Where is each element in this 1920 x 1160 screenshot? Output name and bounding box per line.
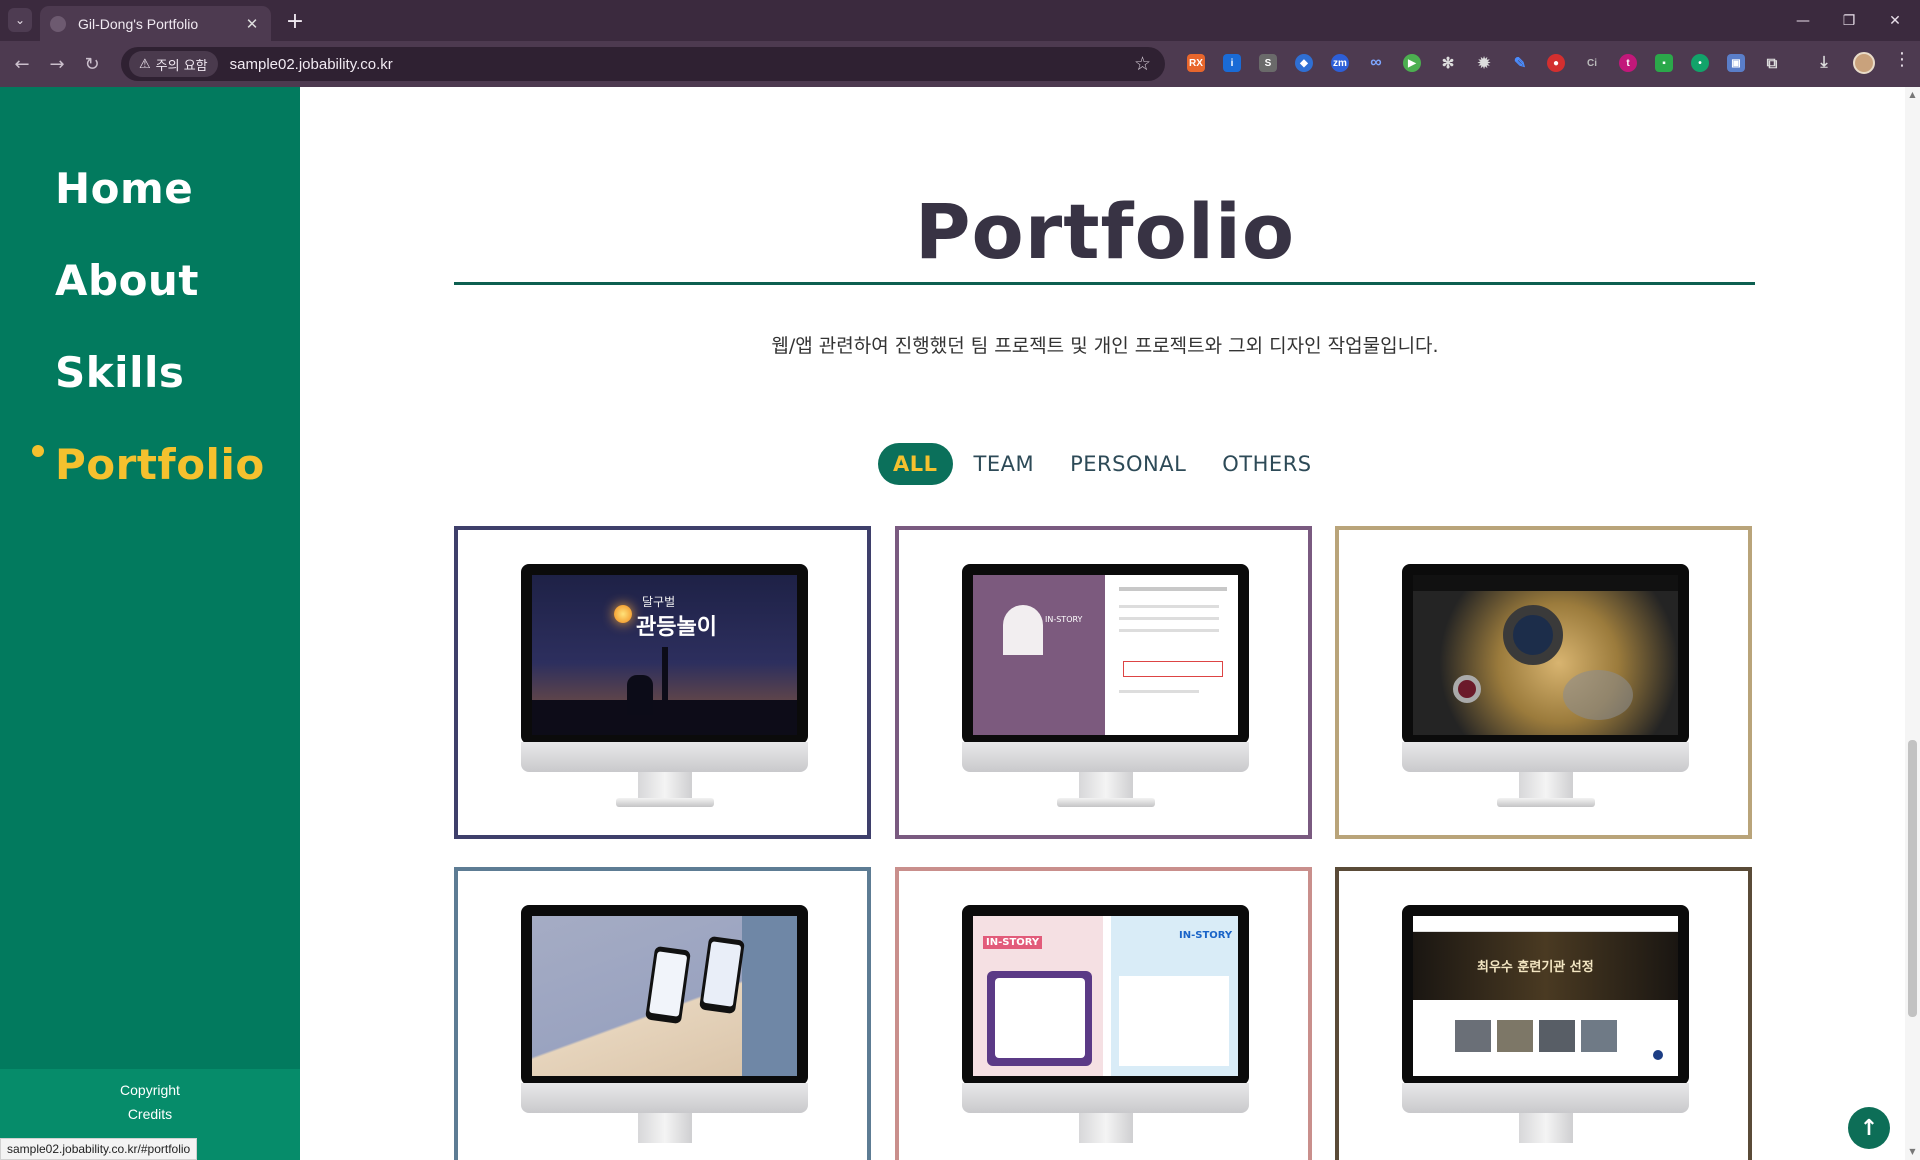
project-thumbnail: IN-STORY [973,575,1238,735]
monitor-mockup [1402,564,1689,744]
monitor-chin [962,742,1249,772]
arrow-left-icon[interactable]: ← [10,52,34,76]
thumbnail-kicker: IN-STORY [1179,930,1233,941]
status-bar-url: sample02.jobability.co.kr/#portfolio [0,1138,198,1160]
url-text[interactable]: sample02.jobability.co.kr [230,56,393,73]
page-viewport: Home About Skills Portfolio Copyright Cr… [0,87,1920,1160]
portfolio-card-5[interactable]: IN-STORY IN-STORY [895,867,1312,1160]
scrollbar-thumb[interactable] [1908,740,1917,1017]
download-icon[interactable]: ⤓ [1815,54,1833,72]
extension-rx-icon[interactable]: RX [1187,54,1205,72]
monitor-mockup: 달구벌 관등놀이 [521,564,808,744]
extension-image-icon[interactable]: ▣ [1727,54,1745,72]
monitor-mockup: IN-STORY [962,564,1249,744]
monitor-chin [962,1083,1249,1113]
extension-zm-icon[interactable]: zm [1331,54,1349,72]
monitor-chin [521,742,808,772]
security-chip[interactable]: ⚠ 주의 요함 [129,51,218,77]
scroll-down-arrow-icon[interactable]: ▼ [1908,1147,1917,1156]
portfolio-card-4[interactable] [454,867,871,1160]
monitor-stand [638,1113,692,1143]
tab-strip: ⌄ Gil-Dong's Portfolio ✕ + — ❐ ✕ [0,0,1920,41]
title-divider [454,282,1755,285]
monitor-base [1497,798,1595,807]
extension-gear-icon[interactable]: ✹ [1475,54,1493,72]
address-bar[interactable]: ⚠ 주의 요함 sample02.jobability.co.kr ☆ [121,47,1165,81]
portfolio-description: 웹/앱 관련하여 진행했던 팀 프로젝트 및 개인 프로젝트와 그외 디자인 작… [771,335,1439,357]
extension-tp-icon[interactable]: t [1619,54,1637,72]
close-window-icon[interactable]: ✕ [1872,0,1918,41]
sidebar-item-skills[interactable]: Skills [55,348,184,397]
portfolio-card-1[interactable]: 달구벌 관등놀이 [454,526,871,839]
arrow-right-icon[interactable]: → [45,52,69,76]
monitor-mockup: 최우수 훈련기관 선정 [1402,905,1689,1085]
extension-pen-icon[interactable]: ✎ [1511,54,1529,72]
thumbnail-headline: 관등놀이 [636,615,717,640]
filter-all[interactable]: ALL [878,443,953,485]
portfolio-card-6[interactable]: 최우수 훈련기관 선정 [1335,867,1752,1160]
extension-drop-icon[interactable]: ◆ [1295,54,1313,72]
tab-title: Gil-Dong's Portfolio [78,15,199,32]
extension-atom-icon[interactable]: ✻ [1439,54,1457,72]
extension-card-icon[interactable]: ▪ [1655,54,1673,72]
tab-close-icon[interactable]: ✕ [243,15,261,33]
copyright-link[interactable]: Copyright [0,1082,300,1098]
project-thumbnail [532,916,797,1076]
portfolio-card-3[interactable] [1335,526,1752,839]
thumbnail-headline: IN-STORY [983,936,1043,949]
project-thumbnail: 최우수 훈련기관 선정 [1413,916,1678,1076]
extension-info-icon[interactable]: i [1223,54,1241,72]
monitor-base [616,798,714,807]
scroll-to-top-button[interactable]: ↑ [1848,1107,1890,1149]
thumbnail-kicker: 달구벌 [642,595,676,609]
sidebar-item-about[interactable]: About [55,256,199,305]
profile-avatar[interactable] [1853,52,1875,74]
project-thumbnail [1413,575,1678,735]
filter-team[interactable]: TEAM [959,443,1050,485]
extension-chat-icon[interactable]: • [1691,54,1709,72]
filter-personal[interactable]: PERSONAL [1055,443,1201,485]
scroll-up-arrow-icon[interactable]: ▲ [1908,90,1917,99]
monitor-mockup: IN-STORY IN-STORY [962,905,1249,1085]
new-tab-button[interactable]: + [282,8,308,34]
project-thumbnail: 달구벌 관등놀이 [532,575,797,735]
monitor-chin [521,1083,808,1113]
extensions-puzzle-icon[interactable]: ⧉ [1763,54,1781,72]
thumbnail-headline: 최우수 훈련기관 선정 [1477,960,1594,975]
security-label: 주의 요함 [155,58,208,74]
active-tab[interactable]: Gil-Dong's Portfolio ✕ [40,6,271,41]
credits-link[interactable]: Credits [0,1106,300,1122]
monitor-chin [1402,742,1689,772]
page-title: Portfolio [914,187,1296,276]
reload-icon[interactable]: ↻ [80,52,104,76]
project-thumbnail: IN-STORY IN-STORY [973,916,1238,1076]
sidebar-item-home[interactable]: Home [55,164,193,213]
star-icon[interactable]: ☆ [1134,53,1151,75]
extension-link-icon[interactable]: ∞ [1367,54,1385,72]
monitor-stand [1079,1113,1133,1143]
extension-play-icon[interactable]: ▶ [1403,54,1421,72]
arrow-up-icon: ↑ [1859,1115,1879,1141]
extension-ci-icon[interactable]: Ci [1583,54,1601,72]
sidebar-nav: Home About Skills Portfolio Copyright Cr… [0,87,300,1160]
minimize-icon[interactable]: — [1780,0,1826,41]
extension-s-icon[interactable]: S [1259,54,1277,72]
portfolio-filter-bar: ALL TEAM PERSONAL OTHERS [878,443,1333,485]
page-scrollbar[interactable]: ▲ ▼ [1905,87,1920,1160]
monitor-base [1057,798,1155,807]
restore-icon[interactable]: ❐ [1826,0,1872,41]
browser-menu-icon[interactable]: ⋮ [1893,49,1911,70]
tab-search-chevron-icon[interactable]: ⌄ [8,8,32,32]
monitor-chin [1402,1083,1689,1113]
extension-record-icon[interactable]: ● [1547,54,1565,72]
monitor-mockup [521,905,808,1085]
portfolio-card-2[interactable]: IN-STORY [895,526,1312,839]
sidebar-item-portfolio[interactable]: Portfolio [55,440,265,489]
tab-favicon-icon [50,15,66,32]
thumbnail-headline: IN-STORY [1045,615,1083,624]
warning-icon: ⚠ [139,56,151,72]
filter-others[interactable]: OTHERS [1207,443,1326,485]
active-indicator-dot [32,445,44,457]
monitor-stand [1519,1113,1573,1143]
